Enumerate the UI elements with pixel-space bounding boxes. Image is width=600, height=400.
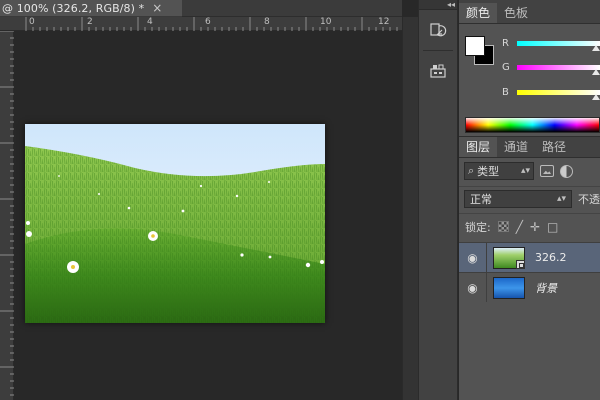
- layer-filter-value: 类型: [477, 165, 500, 178]
- vertical-scrollbar[interactable]: [402, 17, 418, 400]
- color-panel: R G B: [459, 24, 600, 136]
- close-icon[interactable]: ×: [152, 2, 162, 14]
- layers-panel-tabs: 图层 通道 路径: [459, 136, 600, 158]
- ruler-tick-label: 12: [378, 17, 390, 27]
- history-icon[interactable]: [423, 18, 453, 42]
- slider-green[interactable]: G: [499, 62, 600, 76]
- chevron-updown-icon: ▴▾: [520, 166, 530, 176]
- right-panels: 颜色 色板 R G B 图层 通道 路径 ⌕ 类型 ▴▾ 正常 ▴▾ 不透 锁定…: [459, 0, 600, 400]
- layer-row[interactable]: ◉ 背景: [459, 272, 600, 302]
- grass-hill-image: [25, 124, 325, 323]
- ruler-tick-label: 2: [87, 17, 93, 27]
- ruler-tick-label: 6: [205, 17, 211, 27]
- dock-separator: [423, 50, 453, 51]
- slider-red[interactable]: R: [499, 38, 600, 52]
- tab-color[interactable]: 颜色: [459, 3, 498, 23]
- lock-image-pixels-icon[interactable]: ╱: [516, 220, 523, 234]
- ruler-vertical-ticks: [0, 30, 14, 396]
- document-image[interactable]: [25, 124, 325, 323]
- search-icon: ⌕: [468, 164, 475, 177]
- tab-layers[interactable]: 图层: [459, 137, 498, 157]
- document-tab-label: @ 100% (326.2, RGB/8) *: [2, 1, 145, 15]
- lock-row: 锁定: ╱ ✛ □: [459, 213, 600, 239]
- slider-green-thumb[interactable]: [592, 69, 600, 75]
- tab-paths[interactable]: 路径: [535, 137, 573, 157]
- slider-blue[interactable]: B: [499, 87, 600, 101]
- lock-label: 锁定:: [465, 220, 491, 234]
- ruler-tick-label: 8: [264, 17, 270, 27]
- smart-object-icon: [516, 259, 525, 269]
- lock-transparent-pixels-icon[interactable]: [497, 221, 509, 232]
- tab-strip-empty: [182, 0, 402, 17]
- lock-all-icon[interactable]: □: [547, 220, 558, 234]
- ruler-tick-label: 0: [29, 17, 35, 27]
- layer-filter-select[interactable]: ⌕ 类型 ▴▾: [464, 162, 534, 180]
- foreground-color-swatch[interactable]: [465, 36, 485, 56]
- slider-green-label: G: [502, 62, 510, 73]
- slider-blue-thumb[interactable]: [592, 94, 600, 100]
- slider-red-track[interactable]: [517, 41, 600, 46]
- layer-thumbnail: [493, 246, 525, 269]
- layer-name[interactable]: 背景: [535, 280, 557, 296]
- ruler-vertical[interactable]: [0, 30, 14, 400]
- slider-red-label: R: [502, 38, 509, 49]
- adjustment-layer-filter-icon[interactable]: [560, 164, 573, 178]
- collapse-panels-icon[interactable]: ◂◂: [419, 0, 457, 10]
- layer-thumbnail: [493, 276, 525, 299]
- document-tab[interactable]: @ 100% (326.2, RGB/8) * ×: [0, 0, 182, 17]
- tab-channels[interactable]: 通道: [497, 137, 535, 157]
- properties-icon[interactable]: [423, 59, 453, 83]
- ruler-tick-label: 4: [147, 17, 153, 27]
- visibility-eye-icon[interactable]: ◉: [459, 243, 487, 272]
- slider-blue-track[interactable]: [517, 90, 600, 95]
- opacity-label: 不透: [578, 192, 600, 206]
- slider-blue-label: B: [502, 87, 509, 98]
- color-panel-tabs: 颜色 色板: [459, 0, 600, 24]
- color-spectrum-ramp[interactable]: [465, 117, 600, 133]
- layer-filter-row: ⌕ 类型 ▴▾: [459, 158, 600, 184]
- blend-mode-select[interactable]: 正常 ▴▾: [464, 189, 572, 208]
- panel-dock: ◂◂: [418, 0, 458, 400]
- slider-green-track[interactable]: [517, 65, 600, 70]
- ruler-tick-label: 10: [320, 17, 332, 27]
- visibility-eye-icon[interactable]: ◉: [459, 273, 487, 302]
- blend-mode-row: 正常 ▴▾ 不透: [459, 186, 600, 210]
- lock-position-icon[interactable]: ✛: [530, 220, 540, 234]
- ruler-horizontal[interactable]: 0 2 4 6 8 10 12: [0, 17, 402, 31]
- layer-row[interactable]: ◉ 326.2: [459, 242, 600, 272]
- chevron-updown-icon: ▴▾: [556, 193, 566, 204]
- slider-red-thumb[interactable]: [592, 45, 600, 51]
- ruler-ticks: [25, 17, 398, 31]
- blend-mode-value: 正常: [470, 192, 492, 206]
- tab-swatches[interactable]: 色板: [497, 3, 535, 23]
- pixel-layer-filter-icon[interactable]: [540, 165, 554, 177]
- layer-name[interactable]: 326.2: [535, 251, 567, 264]
